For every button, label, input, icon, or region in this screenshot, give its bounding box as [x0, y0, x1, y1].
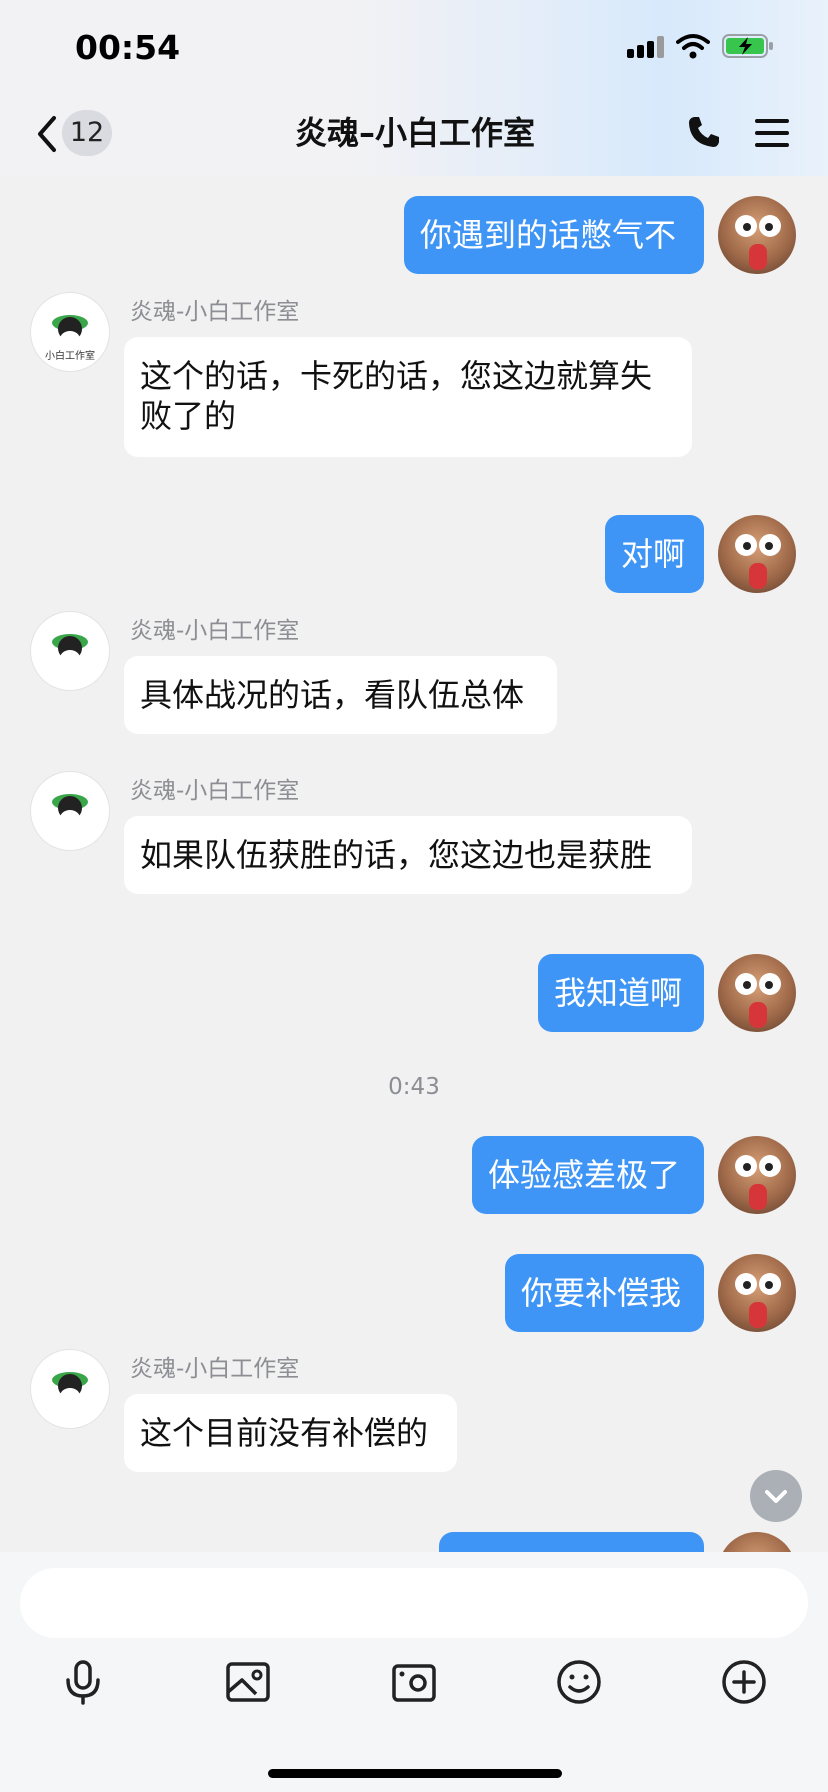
microphone-icon[interactable] [59, 1658, 107, 1706]
cellular-signal-icon [627, 36, 667, 58]
camera-icon[interactable] [390, 1658, 438, 1706]
my-avatar[interactable] [718, 515, 796, 593]
phone-icon[interactable] [686, 114, 722, 150]
back-icon[interactable] [32, 112, 62, 156]
composer-bar [0, 1552, 828, 1792]
message-bubble[interactable]: 如果队伍获胜的话，您这边也是获胜 [124, 816, 692, 894]
sender-name: 炎魂-小白工作室 [130, 618, 300, 644]
message-row: 你要补偿我 [0, 1254, 828, 1334]
message-row [0, 1532, 828, 1552]
scroll-to-bottom-button[interactable] [750, 1470, 802, 1522]
menu-icon[interactable] [754, 116, 790, 150]
contact-avatar[interactable] [30, 611, 110, 691]
battery-icon [722, 34, 773, 58]
my-avatar[interactable] [718, 1254, 796, 1332]
message-input[interactable] [20, 1568, 808, 1638]
message-bubble[interactable]: 你遇到的话憋气不 [404, 196, 704, 274]
message-row: 小白工作室 炎魂-小白工作室 这个的话，卡死的话，您这边就算失败了的 [0, 292, 828, 462]
message-bubble[interactable]: 你要补偿我 [505, 1254, 704, 1332]
plus-icon[interactable] [720, 1658, 768, 1706]
sender-name: 炎魂-小白工作室 [130, 778, 300, 804]
status-time: 00:54 [75, 28, 181, 67]
contact-avatar[interactable] [30, 771, 110, 851]
message-row: 炎魂-小白工作室 这个目前没有补偿的 [0, 1349, 828, 1477]
message-row: 炎魂-小白工作室 具体战况的话，看队伍总体 [0, 611, 828, 739]
my-avatar[interactable] [718, 1532, 796, 1552]
timestamp: 0:43 [388, 1074, 440, 1100]
chevron-down-icon [765, 1490, 787, 1503]
message-bubble[interactable]: 我知道啊 [538, 954, 704, 1032]
message-row: 体验感差极了 [0, 1136, 828, 1216]
message-row: 炎魂-小白工作室 如果队伍获胜的话，您这边也是获胜 [0, 771, 828, 899]
contact-avatar[interactable]: 小白工作室 [30, 292, 110, 372]
message-row: 我知道啊 [0, 954, 828, 1034]
emoji-icon[interactable] [555, 1658, 603, 1706]
unread-count-badge[interactable]: 12 [62, 110, 112, 156]
sender-name: 炎魂-小白工作室 [130, 1356, 300, 1382]
my-avatar[interactable] [718, 1136, 796, 1214]
message-row: 对啊 [0, 515, 828, 595]
message-bubble[interactable]: 这个的话，卡死的话，您这边就算失败了的 [124, 337, 692, 457]
message-list[interactable]: 你遇到的话憋气不 小白工作室 炎魂-小白工作室 这个的话，卡死的话，您这边就算失… [0, 176, 828, 1552]
image-icon[interactable] [224, 1658, 272, 1706]
sender-name: 炎魂-小白工作室 [130, 299, 300, 325]
my-avatar[interactable] [718, 196, 796, 274]
chat-title: 炎魂–小白工作室 [294, 114, 535, 152]
message-bubble[interactable]: 体验感差极了 [472, 1136, 704, 1214]
wifi-icon [676, 34, 710, 59]
contact-avatar[interactable] [30, 1349, 110, 1429]
message-bubble-partial[interactable] [439, 1532, 704, 1552]
contact-logo-text: 小白工作室 [45, 351, 95, 362]
top-bar: 00:54 12 炎魂–小白工作室 [0, 0, 828, 176]
message-bubble[interactable]: 对啊 [605, 515, 704, 593]
my-avatar[interactable] [718, 954, 796, 1032]
message-row: 你遇到的话憋气不 [0, 196, 828, 276]
home-indicator[interactable] [268, 1769, 562, 1778]
message-bubble[interactable]: 这个目前没有补偿的 [124, 1394, 457, 1472]
message-bubble[interactable]: 具体战况的话，看队伍总体 [124, 656, 557, 734]
